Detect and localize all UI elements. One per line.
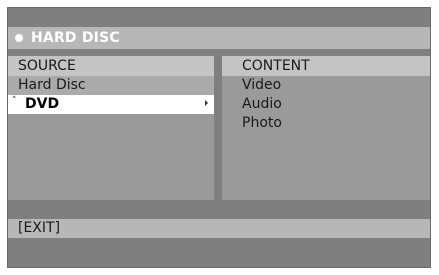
footer-bar: [EXIT]: [8, 219, 430, 238]
content-item-video[interactable]: Video: [242, 76, 281, 95]
scroll-up-icon: ˄: [12, 96, 17, 106]
source-item-label: DVD: [25, 96, 60, 112]
hard-disc-menu-screen: HARD DISC SOURCE Hard Disc ˄ DVD CONTENT…: [7, 7, 431, 268]
source-item-hard-disc[interactable]: Hard Disc: [8, 76, 214, 95]
content-header: CONTENT: [222, 56, 430, 76]
source-item-label: Hard Disc: [18, 77, 86, 93]
source-header-label: SOURCE: [18, 58, 76, 74]
source-item-dvd[interactable]: ˄ DVD: [8, 95, 214, 114]
menu-title: HARD DISC: [31, 30, 120, 46]
exit-button[interactable]: [EXIT]: [18, 219, 60, 238]
title-bar: HARD DISC: [8, 27, 430, 49]
submenu-arrow-icon: [205, 100, 208, 106]
content-item-photo[interactable]: Photo: [242, 114, 282, 133]
bullet-icon: [15, 34, 23, 42]
content-item-audio[interactable]: Audio: [242, 95, 282, 114]
content-panel: CONTENT Video Audio Photo: [222, 56, 430, 200]
source-header: SOURCE: [8, 56, 214, 76]
source-panel: SOURCE Hard Disc ˄ DVD: [8, 56, 214, 200]
content-header-label: CONTENT: [242, 58, 310, 74]
